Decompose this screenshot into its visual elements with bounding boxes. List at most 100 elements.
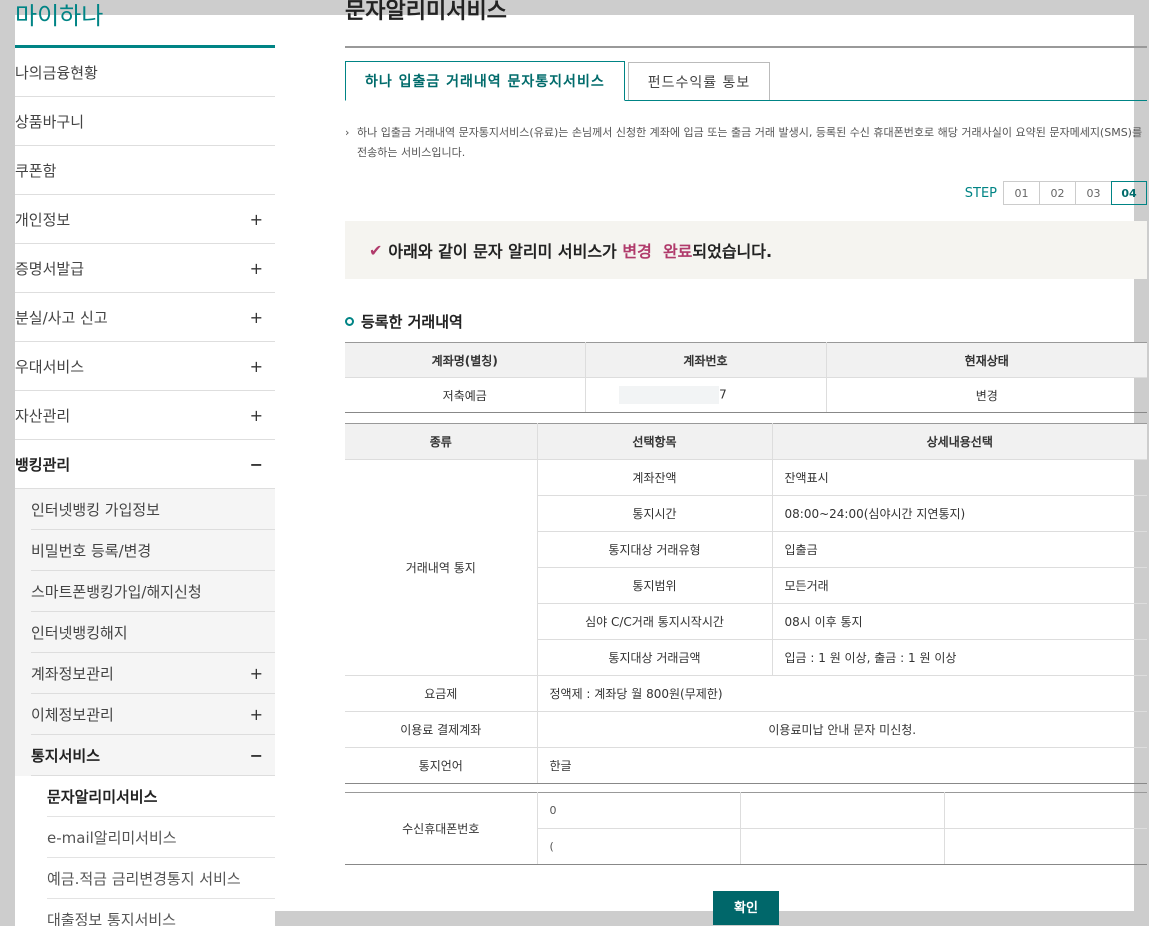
sidebar-item-3[interactable]: 개인정보 + [15,195,275,244]
value-cell: 입금 : 1 원 이상, 출금 : 1 원 이상 [772,639,1147,676]
phone-6-empty [944,828,1147,865]
banking-submenu: 인터넷뱅킹 가입정보비밀번호 등록/변경스마트폰뱅킹가입/해지신청인터넷뱅킹해지… [15,489,275,926]
group-label: 거래내역 통지 [345,459,538,676]
item-cell: 통지범위 [537,567,773,604]
sidebar-item-1[interactable]: 상품바구니 [15,97,275,146]
sidebar-menu: 나의금융현황상품바구니쿠폰함개인정보 + 증명서발급 + 분실/사고 신고 + 우대서비스 +… [15,48,275,489]
tab-bar: 하나 입출금 거래내역 문자통지서비스 펀드수익률 통보 [345,61,1147,101]
phone-3-empty [944,792,1147,829]
payment-account-label: 이용료 결제계좌 [345,711,538,748]
notice-submenu-item-2[interactable]: 예금.적금 금리변경통지 서비스 [47,858,275,899]
notice-submenu-item-3[interactable]: 대출정보 통지서비스 [47,899,275,926]
check-icon: ✔ [369,240,383,260]
submenu-item-label: 이체정보관리 [31,705,114,724]
sidebar-item-label: 쿠폰함 [15,161,57,180]
sidebar-item-label: 분실/사고 신고 [15,308,108,327]
submenu-item-label: 인터넷뱅킹해지 [31,623,128,642]
masked-number [619,386,720,404]
step-indicator: STEP 01 02 03 04 [345,181,1147,205]
submenu-item-4[interactable]: 계좌정보관리 + [31,653,275,694]
notice-text-end: 되었습니다. [692,242,773,261]
sidebar-item-4[interactable]: 증명서발급 + [15,244,275,293]
value-cell: 잔액표시 [772,459,1147,496]
notice-submenu-item-1[interactable]: e-mail알리미서비스 [47,817,275,858]
service-description: 하나 입출금 거래내역 문자통지서비스(유료)는 손님께서 신청한 계좌에 입금… [345,123,1147,163]
sidebar-item-8[interactable]: 뱅킹관리 − [15,440,275,489]
submenu-item-2[interactable]: 스마트폰뱅킹가입/해지신청 [31,571,275,612]
plan-label: 요금제 [345,675,538,712]
col-item: 선택항목 [537,423,773,460]
section-title-text: 등록한 거래내역 [361,313,463,331]
col-account-name: 계좌명(별칭) [345,342,586,378]
step-03: 03 [1075,181,1111,205]
col-type: 종류 [345,423,538,460]
account-number: 7 [585,377,827,413]
submenu-item-label: 통지서비스 [31,746,101,765]
plus-icon: + [249,209,263,229]
confirm-button[interactable]: 확인 [713,891,779,925]
sidebar-item-5[interactable]: 분실/사고 신고 + [15,293,275,342]
col-account-number: 계좌번호 [585,342,827,378]
notice-text: 아래와 같이 문자 알리미 서비스가 [388,242,617,261]
submenu-item-label: 계좌정보관리 [31,664,114,683]
plus-icon: + [249,356,263,376]
step-01: 01 [1003,181,1039,205]
submenu-item-1[interactable]: 비밀번호 등록/변경 [31,530,275,571]
step-04: 04 [1111,181,1147,205]
sidebar-item-7[interactable]: 자산관리 + [15,391,275,440]
col-detail: 상세내용선택 [772,423,1147,460]
sidebar-item-0[interactable]: 나의금융현황 [15,48,275,97]
language-value: 한글 [537,747,1147,784]
table-row: 저축예금 7 변경 [345,377,1147,413]
language-label: 통지언어 [345,747,538,784]
notice-submenu-item-0[interactable]: 문자알리미서비스 [47,776,275,817]
submenu-item-0[interactable]: 인터넷뱅킹 가입정보 [31,489,275,530]
value-cell: 입출금 [772,531,1147,568]
plus-icon: + [249,258,263,278]
item-cell: 심야 C/C거래 통지시작시간 [537,603,773,640]
phone-label: 수신휴대폰번호 [345,792,538,865]
sidebar-item-2[interactable]: 쿠폰함 [15,146,275,195]
item-cell: 계좌잔액 [537,459,773,496]
table-row: 이용료 결제계좌 이용료미납 안내 문자 미신청. [345,711,1147,748]
plus-icon: + [249,307,263,327]
phone-4: ( [537,828,741,865]
page-title: 문자알리미서비스 [345,0,1147,48]
account-number-tail: 7 [719,387,727,402]
submenu-item-3[interactable]: 인터넷뱅킹해지 [31,612,275,653]
sidebar-item-6[interactable]: 우대서비스 + [15,342,275,391]
notice-highlight: 변경 완료 [622,242,693,261]
detail-table: 종류 선택항목 상세내용선택 거래내역 통지 계좌잔액 잔액표시 통지시간 08… [345,423,1147,784]
tab-sms-service[interactable]: 하나 입출금 거래내역 문자통지서비스 [345,61,625,101]
sidebar-item-label: 상품바구니 [15,112,85,131]
minus-icon: − [249,454,263,474]
plus-icon: + [249,405,263,425]
sidebar-item-label: 뱅킹관리 [15,455,71,474]
submenu-item-5[interactable]: 이체정보관리 + [31,694,275,735]
value-cell: 08시 이후 통지 [772,603,1147,640]
brand-title: 마이하나 [15,0,275,48]
submenu-item-6[interactable]: 통지서비스 − [31,735,275,776]
col-status: 현재상태 [826,342,1147,378]
plan-value: 정액제 : 계좌당 월 800원(무제한) [537,675,1147,712]
item-cell: 통지시간 [537,495,773,532]
sidebar-item-label: 우대서비스 [15,357,85,376]
account-name: 저축예금 [345,377,586,413]
sidebar: 마이하나 나의금융현황 상품바구니 쿠폰함 개인정보 + 증명서발급 + 분실/사고 신고 + 우… [15,0,275,926]
sidebar-item-label: 자산관리 [15,406,71,425]
completion-notice: ✔ 아래와 같이 문자 알리미 서비스가 변경 완료 되었습니다. [345,221,1147,279]
tab-fund-yield[interactable]: 펀드수익률 통보 [627,62,771,100]
value-cell: 08:00~24:00(심야시간 지연통지) [772,495,1147,532]
submenu-item-label: 인터넷뱅킹 가입정보 [31,500,160,519]
sidebar-item-label: 개인정보 [15,210,71,229]
phone-2-empty [740,792,945,829]
section-title: 등록한 거래내역 [345,311,1147,332]
table-row: 수신휴대폰번호 0 [345,792,1147,865]
step-label: STEP [964,185,997,201]
table-row: 요금제 정액제 : 계좌당 월 800원(무제한) [345,675,1147,712]
payment-account-value: 이용료미납 안내 문자 미신청. [537,711,1147,748]
submenu-item-label: 스마트폰뱅킹가입/해지신청 [31,582,202,601]
phone-1: 0 [537,792,741,829]
sidebar-item-label: 증명서발급 [15,259,85,278]
sidebar-item-label: 나의금융현황 [15,63,98,82]
